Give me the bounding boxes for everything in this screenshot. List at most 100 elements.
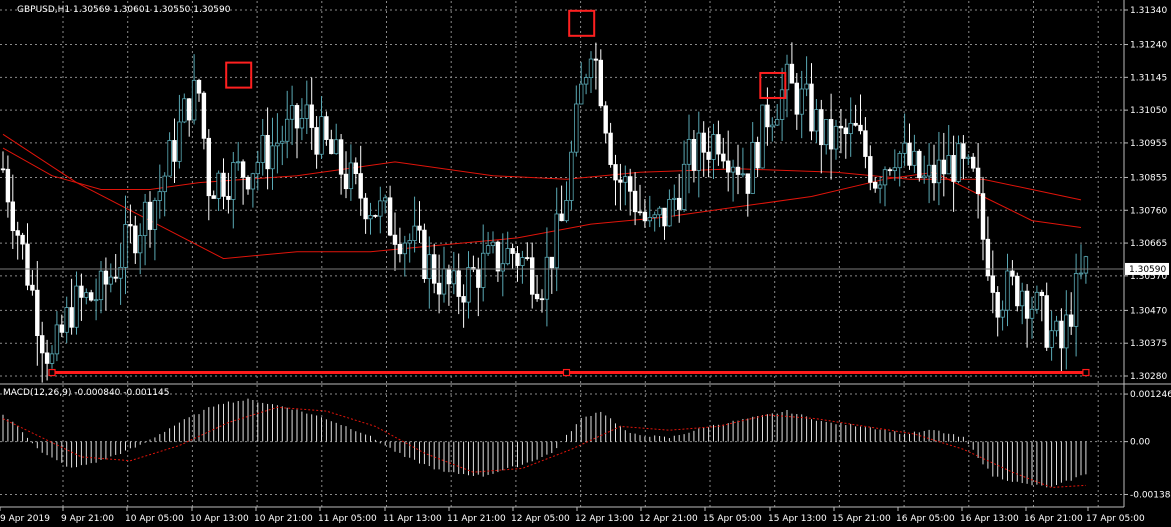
bull-candle xyxy=(760,104,765,169)
bull-candle xyxy=(711,134,716,160)
bear-candle xyxy=(515,253,520,266)
bull-candle xyxy=(833,125,839,150)
bear-candle xyxy=(549,256,554,269)
bull-candle xyxy=(490,241,496,247)
price-tick-label: 1.30760 xyxy=(1130,206,1167,216)
bull-candle xyxy=(500,263,505,272)
bear-candle xyxy=(59,324,64,333)
bull-candle xyxy=(412,225,417,241)
bull-candle xyxy=(142,201,148,236)
bear-candle xyxy=(931,164,937,184)
bear-candle xyxy=(608,132,613,165)
bear-candle xyxy=(211,195,216,199)
price-tick-label: 1.31050 xyxy=(1130,106,1167,116)
bear-candle xyxy=(422,229,427,280)
bull-candle xyxy=(137,235,143,254)
bear-candle xyxy=(618,179,623,183)
bear-candle xyxy=(373,215,378,217)
price-tick-label: 1.30855 xyxy=(1130,173,1167,183)
time-tick-label: 10 Apr 13:00 xyxy=(190,514,249,524)
bear-candle xyxy=(1015,275,1020,307)
bull-candle xyxy=(289,105,295,120)
time-tick-label: 15 Apr 13:00 xyxy=(768,514,827,524)
bull-candle xyxy=(897,152,902,169)
bull-candle xyxy=(368,215,373,220)
bull-candle xyxy=(544,256,550,300)
bear-candle xyxy=(476,268,481,288)
bear-candle xyxy=(147,201,153,230)
bear-candle xyxy=(530,257,535,295)
bear-candle xyxy=(961,143,966,159)
price-tick-label: 1.31240 xyxy=(1130,41,1167,51)
bull-candle xyxy=(579,83,584,105)
bear-candle xyxy=(329,139,334,155)
bear-candle xyxy=(637,211,643,214)
price-tick-label: 1.31340 xyxy=(1130,6,1167,16)
bear-candle xyxy=(456,270,461,297)
bear-candle xyxy=(392,234,398,245)
bear-candle xyxy=(838,125,844,129)
bear-candle xyxy=(662,207,667,227)
bear-candle xyxy=(765,104,770,128)
bear-candle xyxy=(309,104,314,128)
bear-candle xyxy=(172,140,177,162)
bear-candle xyxy=(887,169,893,172)
bull-candle xyxy=(54,324,60,355)
bear-candle xyxy=(353,162,358,174)
bull-candle xyxy=(652,214,657,218)
bull-candle xyxy=(657,207,662,216)
bull-candle xyxy=(182,98,187,123)
time-tick-label: 15 Apr 21:00 xyxy=(832,514,891,524)
bull-candle xyxy=(49,353,55,364)
bull-candle xyxy=(672,197,677,200)
bear-candle xyxy=(196,79,202,94)
bull-candle xyxy=(441,268,447,295)
macd-tick-label: -0.001384 xyxy=(1130,490,1171,500)
bull-candle xyxy=(348,162,354,190)
bear-candle xyxy=(951,155,956,182)
bear-candle xyxy=(628,176,633,192)
bull-candle xyxy=(333,139,339,155)
bull-candle xyxy=(946,155,951,175)
bull-candle xyxy=(686,138,692,165)
bear-candle xyxy=(745,173,750,194)
bull-candle xyxy=(177,121,182,162)
bull-candle xyxy=(740,173,746,176)
symbol-header: GBPUSD,H1 1.30569 1.30601 1.30550 1.3059… xyxy=(17,5,231,15)
bull-candle xyxy=(882,169,888,186)
bull-candle xyxy=(554,213,559,269)
bear-candle xyxy=(343,173,349,190)
bull-candle xyxy=(108,276,113,285)
chart-canvas[interactable]: 1.31340 1.31240 1.31145 1.31050 1.30955 1.308… xyxy=(0,0,1171,527)
bull-candle xyxy=(255,162,260,175)
bear-candle xyxy=(89,292,94,301)
bull-candle xyxy=(569,151,574,201)
bear-candle xyxy=(858,124,863,132)
bull-candle xyxy=(1034,291,1040,310)
bull-candle xyxy=(902,142,907,154)
bull-candle xyxy=(824,119,829,146)
bear-candle xyxy=(716,134,721,155)
time-tick-label: 12 Apr 05:00 xyxy=(511,514,570,524)
bull-candle xyxy=(770,124,775,128)
bear-candle xyxy=(338,139,344,175)
bull-candle xyxy=(152,200,158,230)
bear-candle xyxy=(828,119,834,150)
bull-candle xyxy=(1029,308,1035,319)
bull-candle xyxy=(1000,309,1005,318)
bear-candle xyxy=(863,130,868,157)
bear-candle xyxy=(735,166,741,175)
bull-candle xyxy=(877,184,883,189)
support-anchor-handle xyxy=(48,368,56,377)
support-anchor-handle xyxy=(562,368,571,377)
bull-candle xyxy=(427,254,432,280)
bull-candle xyxy=(520,257,525,266)
bear-candle xyxy=(221,172,226,197)
bear-candle xyxy=(980,193,986,240)
bear-candle xyxy=(40,335,45,354)
bear-candle xyxy=(539,298,545,301)
bear-candle xyxy=(995,292,1000,318)
bear-candle xyxy=(794,82,799,115)
bull-candle xyxy=(1073,273,1079,327)
bear-candle xyxy=(868,156,873,183)
